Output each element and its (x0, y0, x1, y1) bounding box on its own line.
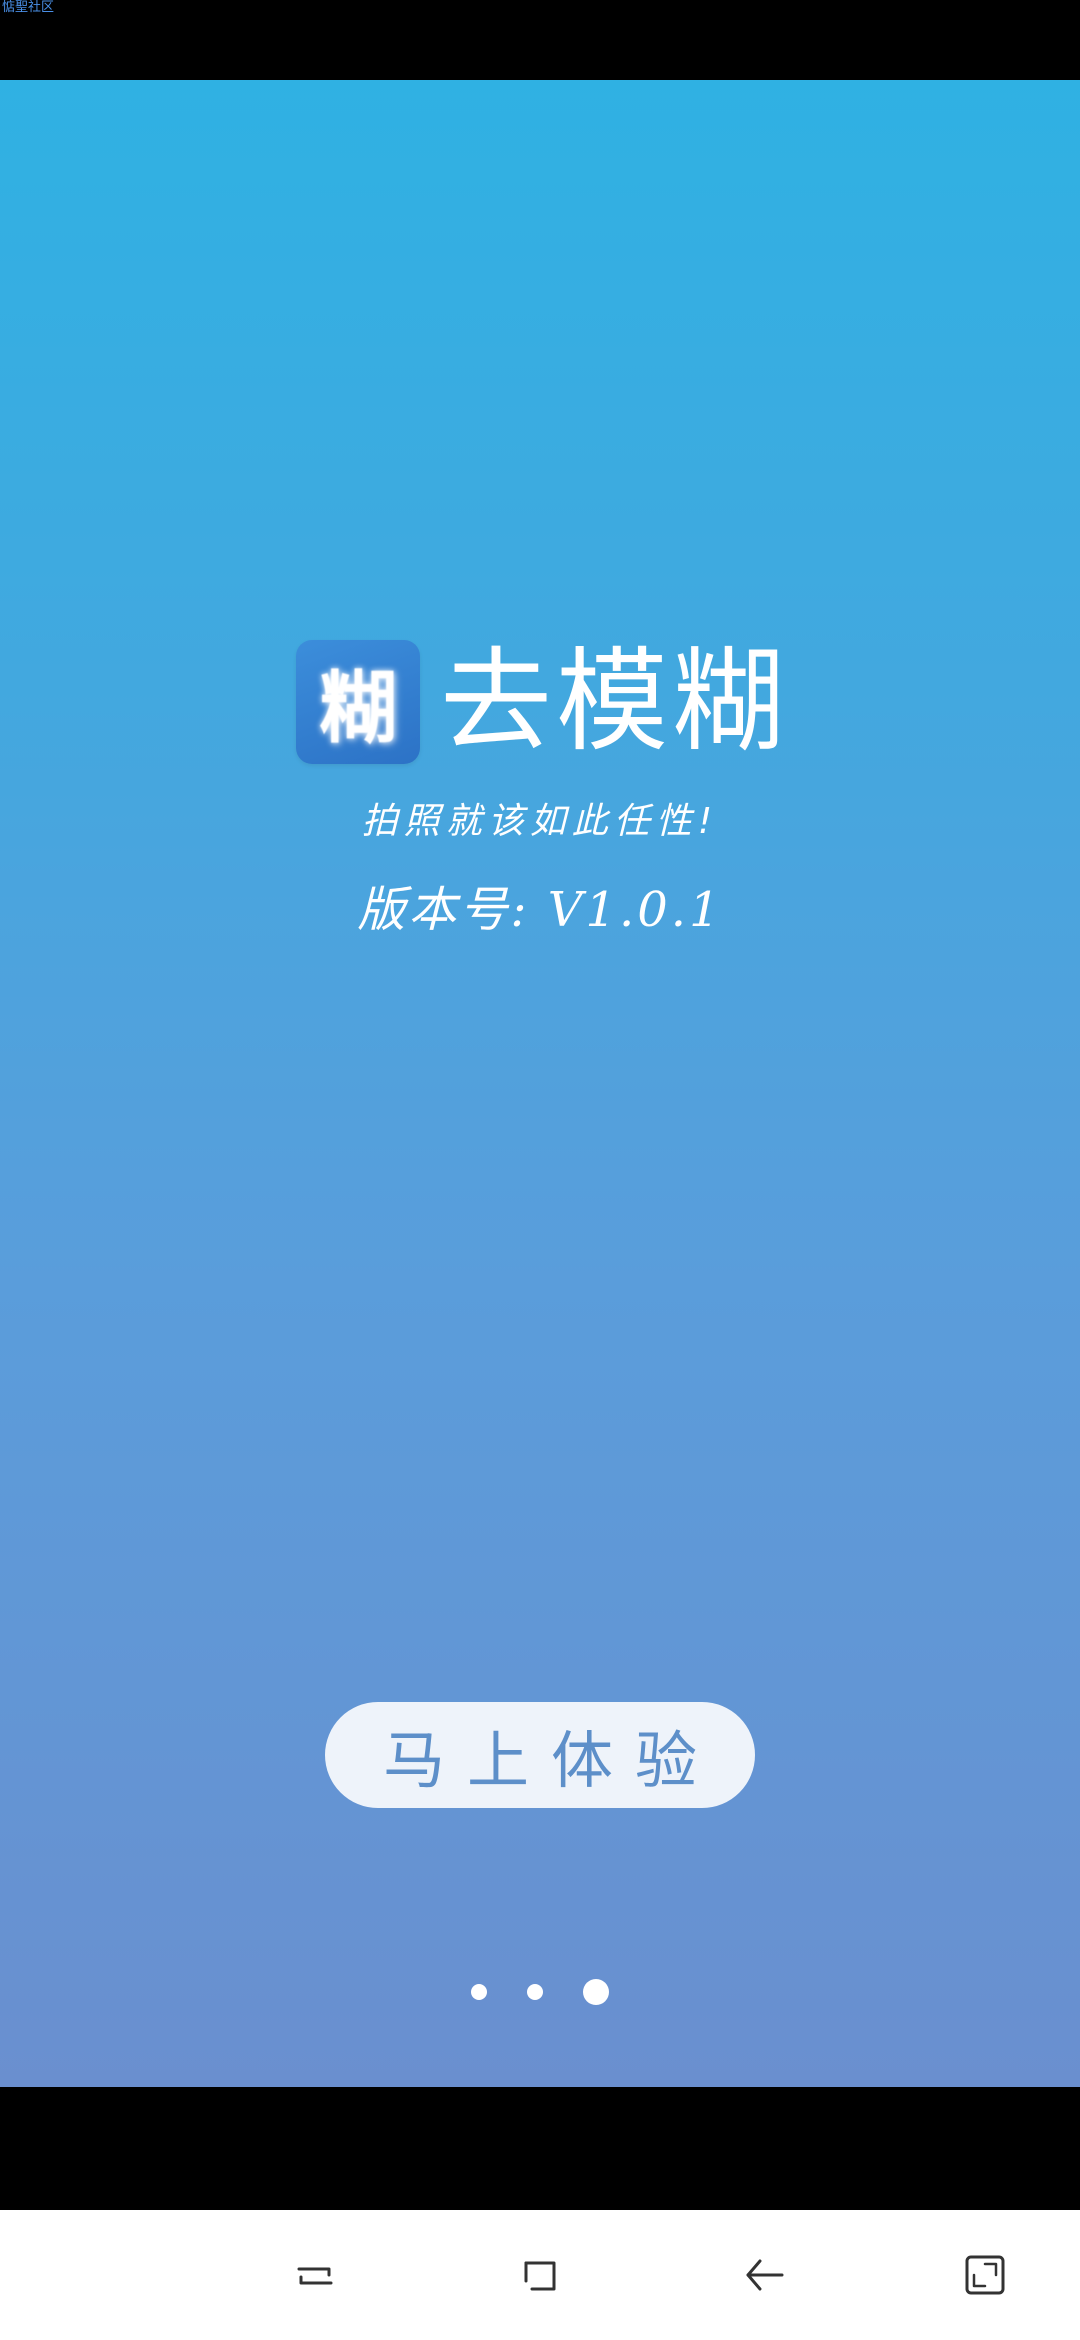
start-button[interactable]: 马上体验 (325, 1702, 755, 1808)
page-indicator (0, 1977, 1080, 2007)
back-button[interactable] (724, 2235, 804, 2315)
home-button[interactable] (500, 2235, 580, 2315)
app-icon: 糊 (296, 640, 420, 764)
back-icon (746, 2259, 784, 2291)
start-button-label: 马上体验 (382, 1724, 719, 1797)
recent-apps-button[interactable] (275, 2235, 355, 2315)
navigation-bar (0, 2210, 1080, 2340)
status-bar: 惦聖社区 (0, 0, 1080, 80)
slogan: 拍照就该如此任性! (361, 801, 719, 842)
recent-apps-icon (297, 2267, 333, 2285)
page-dot-active (583, 1979, 609, 2005)
home-icon (524, 2261, 556, 2291)
status-bar-label: 惦聖社区 (2, 0, 55, 15)
splash-screen[interactable]: 糊 去模糊 拍照就该如此任性! 版本号: V1.0.1 马上体验 (0, 80, 1080, 2087)
app-icon-glyph: 糊 (318, 664, 397, 754)
app-title: 去模糊 (440, 637, 788, 767)
fullscreen-button[interactable] (945, 2235, 1025, 2315)
version-label: 版本号: V1.0.1 (357, 882, 723, 938)
page-dot (527, 1984, 543, 2000)
fullscreen-icon (965, 2255, 1005, 2295)
screen: 惦聖社区 糊 去模糊 拍照就该如此任性! 版本号: V1.0.1 马上体验 (0, 0, 1080, 2340)
bottom-letterbox (0, 2087, 1080, 2210)
app-logo: 糊 去模糊 (296, 640, 788, 764)
page-dot (471, 1984, 487, 2000)
